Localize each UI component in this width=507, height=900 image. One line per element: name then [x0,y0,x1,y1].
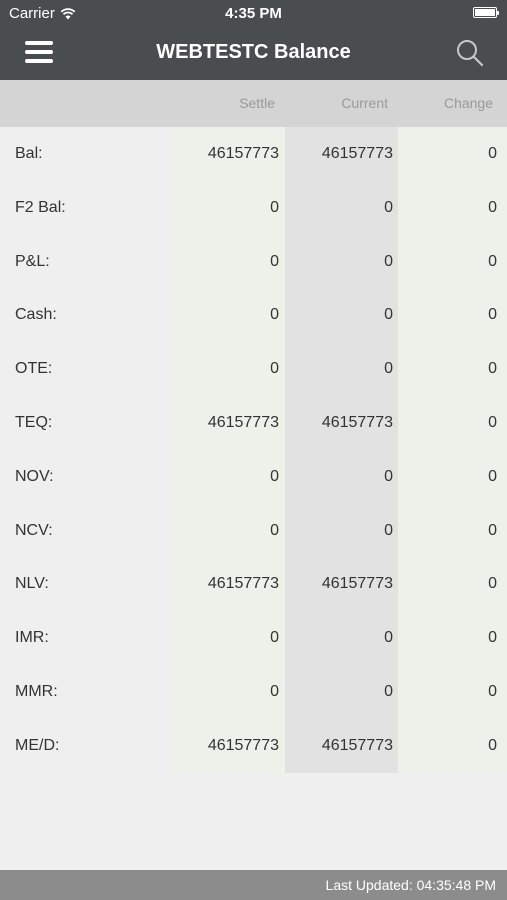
settle-value: 0 [270,198,279,216]
settle-value: 46157773 [207,575,279,593]
table-row: Bal: 46157773 46157773 0 [0,127,507,181]
table-row: IMR: 0 0 0 [0,611,507,665]
row-label: P&L: [15,252,50,270]
table-row: MMR: 0 0 0 [0,665,507,719]
row-label: NLV: [15,575,49,593]
row-label: NCV: [15,521,53,539]
current-value: 0 [384,360,393,378]
current-value: 0 [384,198,393,216]
row-label: ME/D: [15,736,60,754]
nav-bar: WEBTESTC Balance [0,28,507,80]
row-label: Cash: [15,306,57,324]
row-label: NOV: [15,467,54,485]
balance-table: Bal: 46157773 46157773 0 F2 Bal: 0 0 0 P… [0,127,507,773]
status-time: 4:35 PM [225,5,282,22]
footer-bar: Last Updated: 04:35:48 PM [0,870,507,900]
change-value: 0 [488,467,497,485]
column-header-current: Current [341,95,388,111]
change-value: 0 [488,252,497,270]
settle-value: 0 [270,360,279,378]
change-value: 0 [488,414,497,431]
current-value: 0 [384,467,393,485]
current-value: 0 [384,629,393,647]
current-value: 46157773 [321,736,393,754]
settle-value: 0 [270,683,279,700]
table-row: OTE: 0 0 0 [0,342,507,396]
change-value: 0 [488,360,497,378]
table-row: F2 Bal: 0 0 0 [0,181,507,235]
row-label: OTE: [15,360,53,378]
row-label: IMR: [15,629,49,647]
settle-value: 46157773 [207,736,279,754]
settle-value: 0 [270,306,279,324]
settle-value: 46157773 [207,414,279,431]
table-row: TEQ: 46157773 46157773 0 [0,396,507,450]
table-row: NOV: 0 0 0 [0,450,507,504]
status-bar: Carrier 4:35 PM [0,0,507,28]
change-value: 0 [488,306,497,324]
table-row: ME/D: 46157773 46157773 0 [0,719,507,773]
current-value: 46157773 [321,575,393,593]
change-value: 0 [488,575,497,593]
column-header-row: Settle Current Change [0,80,507,127]
row-label: TEQ: [15,414,53,431]
change-value: 0 [488,198,497,216]
settle-value: 0 [270,467,279,485]
change-value: 0 [488,683,497,700]
table-row: NCV: 0 0 0 [0,504,507,558]
current-value: 0 [384,683,393,700]
row-label: MMR: [15,683,58,700]
change-value: 0 [488,521,497,539]
settle-value: 0 [270,252,279,270]
settle-value: 46157773 [207,145,279,162]
table-row: NLV: 46157773 46157773 0 [0,557,507,611]
settle-value: 0 [270,521,279,539]
page-title: WEBTESTC Balance [156,41,351,63]
table-row: Cash: 0 0 0 [0,288,507,342]
battery-icon [473,7,499,18]
column-header-settle: Settle [239,95,275,111]
last-updated-text: Last Updated: 04:35:48 PM [325,877,496,893]
change-value: 0 [488,736,497,754]
current-value: 46157773 [321,145,393,162]
current-value: 0 [384,252,393,270]
settle-value: 0 [270,629,279,647]
row-label: Bal: [15,145,43,162]
column-header-change: Change [443,95,493,111]
search-icon[interactable] [455,38,485,68]
current-value: 46157773 [321,414,393,431]
change-value: 0 [488,145,497,162]
change-value: 0 [488,629,497,647]
table-row: P&L: 0 0 0 [0,235,507,289]
row-label: F2 Bal: [15,198,66,216]
current-value: 0 [384,306,393,324]
current-value: 0 [384,521,393,539]
